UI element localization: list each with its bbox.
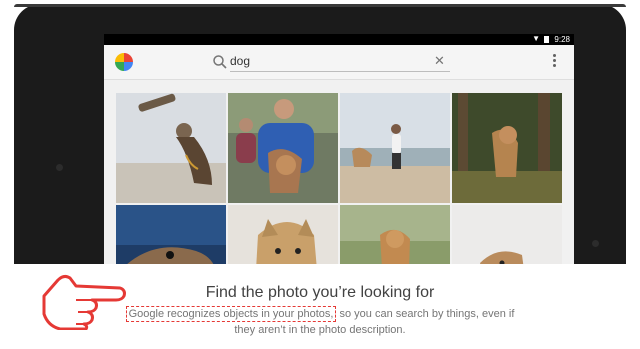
sensor-dot	[592, 240, 599, 247]
search-input[interactable]	[230, 51, 450, 72]
search-icon	[213, 55, 227, 69]
photos-pinwheel-icon[interactable]	[114, 52, 134, 72]
more-vert-icon[interactable]	[551, 52, 557, 70]
status-time: 9:28	[554, 35, 570, 44]
pointing-hand-icon	[42, 274, 126, 330]
photo-tile[interactable]	[228, 93, 338, 203]
caption-line-1-rest: so you can search by things, even if	[336, 308, 515, 320]
status-bar: ▼ 9:28	[104, 34, 574, 45]
battery-icon	[544, 36, 549, 43]
wifi-icon: ▼	[532, 34, 540, 43]
app-bar: ✕	[104, 45, 574, 80]
photo-tile[interactable]	[340, 93, 450, 203]
tablet-device: ▼ 9:28 ✕	[14, 4, 626, 294]
close-icon[interactable]: ✕	[434, 53, 445, 69]
highlighted-phrase: Google recognizes objects in your photos…	[125, 306, 337, 322]
photo-tile[interactable]	[116, 93, 226, 203]
camera-dot	[56, 164, 63, 171]
photo-tile[interactable]	[452, 93, 562, 203]
tablet-screen: ▼ 9:28 ✕	[104, 34, 574, 274]
